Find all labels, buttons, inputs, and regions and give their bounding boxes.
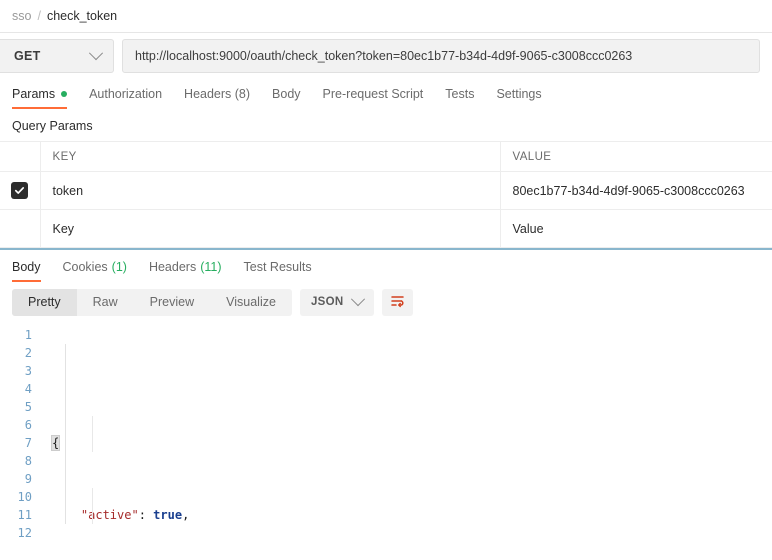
http-method-selector[interactable]: GET — [0, 39, 114, 73]
json-code-content[interactable]: { "active": true, "exp": 1634309185, "us… — [40, 322, 772, 560]
select-all-header — [0, 141, 40, 172]
json-key-active: "active" — [80, 508, 139, 522]
breadcrumb-separator: / — [37, 9, 41, 23]
param-value-input-empty[interactable]: Value — [499, 209, 772, 248]
tab-body-label: Body — [272, 87, 301, 101]
url-text: http://localhost:9000/oauth/check_token?… — [135, 49, 633, 63]
word-wrap-toggle[interactable] — [382, 288, 414, 316]
breadcrumb-current-request[interactable]: check_token — [47, 9, 117, 23]
indent-guide — [92, 416, 93, 452]
tab-headers[interactable]: Headers (8) — [173, 79, 261, 109]
param-key-input[interactable]: token — [39, 171, 500, 210]
indent-guide — [65, 344, 66, 524]
tab-authorization-label: Authorization — [89, 87, 163, 101]
tab-settings[interactable]: Settings — [485, 79, 552, 109]
column-header-value: VALUE — [499, 141, 772, 172]
postman-request-window: sso / check_token GET http://localhost:9… — [0, 0, 772, 560]
tab-tests-label: Tests — [445, 87, 475, 101]
tab-test-results[interactable]: Test Results — [233, 252, 323, 282]
tab-headers-label: Headers (8) — [184, 87, 251, 101]
code-line: "active": true, — [80, 508, 190, 522]
tab-response-headers[interactable]: Headers (11) — [138, 252, 233, 282]
response-format-toolbar: Pretty Raw Preview Visualize JSON — [0, 282, 772, 322]
query-params-table: KEY VALUE token 80ec1b77-b34d-4d9f-9065-… — [0, 141, 772, 248]
line-number: 1 — [24, 328, 32, 342]
json-value-active: true — [153, 508, 183, 522]
view-mode-visualize-label: Visualize — [226, 295, 276, 309]
tab-response-cookies-label: Cookies — [62, 260, 108, 274]
breadcrumb-collection[interactable]: sso — [12, 9, 31, 23]
param-enabled-checkbox-cell — [0, 171, 40, 210]
line-number: 11 — [17, 508, 32, 522]
line-number: 10 — [17, 490, 32, 504]
chevron-down-icon — [88, 46, 104, 61]
code-line: { — [40, 434, 772, 452]
line-number: 4 — [24, 382, 32, 396]
view-mode-preview[interactable]: Preview — [134, 289, 210, 316]
line-number: 9 — [24, 472, 32, 486]
tab-authorization[interactable]: Authorization — [78, 79, 173, 109]
line-number: 6 — [24, 418, 32, 432]
query-params-header-row: KEY VALUE — [0, 141, 772, 172]
content-type-selector[interactable]: JSON — [299, 288, 375, 316]
view-mode-pretty-label: Pretty — [28, 295, 61, 309]
view-mode-visualize[interactable]: Visualize — [210, 289, 292, 316]
json-open-brace: { — [50, 435, 61, 451]
content-type-label: JSON — [310, 296, 344, 308]
view-mode-raw-label: Raw — [92, 295, 118, 309]
response-pane-divider[interactable] — [0, 248, 772, 250]
url-input[interactable]: http://localhost:9000/oauth/check_token?… — [122, 39, 760, 73]
tab-response-body-label: Body — [12, 260, 41, 274]
tab-body[interactable]: Body — [261, 79, 312, 109]
line-number: 5 — [24, 400, 32, 414]
word-wrap-icon — [390, 294, 405, 311]
response-view-mode-group: Pretty Raw Preview Visualize — [12, 288, 292, 316]
table-row: Key Value — [0, 209, 772, 248]
line-number-gutter: 1 2 3 4 5 6 7 8 9 10 11 12 — [0, 322, 40, 560]
tab-response-body[interactable]: Body — [12, 252, 52, 282]
tab-response-cookies[interactable]: Cookies (1) — [52, 252, 138, 282]
tab-settings-label: Settings — [496, 87, 542, 101]
column-header-key: KEY — [39, 141, 500, 172]
http-method-label: GET — [14, 49, 41, 63]
request-tabs: Params Authorization Headers (8) Body Pr… — [0, 79, 772, 109]
response-body-editor[interactable]: 1 2 3 4 5 6 7 8 9 10 11 12 { "active": t… — [0, 322, 772, 560]
view-mode-raw[interactable]: Raw — [77, 289, 134, 316]
headers-count: (11) — [200, 260, 222, 274]
params-modified-dot — [61, 91, 68, 97]
cookies-count: (1) — [111, 260, 127, 274]
tab-pre-request-script-label: Pre-request Script — [322, 87, 424, 101]
line-number: 3 — [24, 364, 32, 378]
tab-response-headers-label: Headers — [148, 260, 197, 274]
request-url-row: GET http://localhost:9000/oauth/check_to… — [0, 33, 772, 79]
tab-params-label: Params — [12, 87, 56, 101]
checkbox-checked-icon[interactable] — [11, 182, 29, 199]
tab-pre-request-script[interactable]: Pre-request Script — [312, 79, 435, 109]
line-number: 7 — [24, 436, 32, 450]
response-tabs: Body Cookies (1) Headers (11) Test Resul… — [0, 252, 772, 282]
param-value-input[interactable]: 80ec1b77-b34d-4d9f-9065-c3008ccc0263 — [499, 171, 772, 210]
table-row: token 80ec1b77-b34d-4d9f-9065-c3008ccc02… — [0, 171, 772, 210]
tab-params[interactable]: Params — [12, 79, 78, 109]
param-key-input-empty[interactable]: Key — [39, 209, 500, 248]
indent-guide — [92, 488, 93, 524]
tab-test-results-label: Test Results — [243, 260, 312, 274]
line-number: 8 — [24, 454, 32, 468]
breadcrumb: sso / check_token — [0, 0, 772, 33]
view-mode-pretty[interactable]: Pretty — [12, 288, 77, 316]
line-number: 2 — [24, 346, 32, 360]
param-enabled-checkbox-cell-empty — [0, 209, 40, 248]
tab-tests[interactable]: Tests — [434, 79, 485, 109]
line-number: 12 — [17, 526, 32, 540]
view-mode-preview-label: Preview — [149, 295, 195, 309]
chevron-down-icon — [351, 292, 366, 307]
query-params-title: Query Params — [12, 119, 93, 133]
